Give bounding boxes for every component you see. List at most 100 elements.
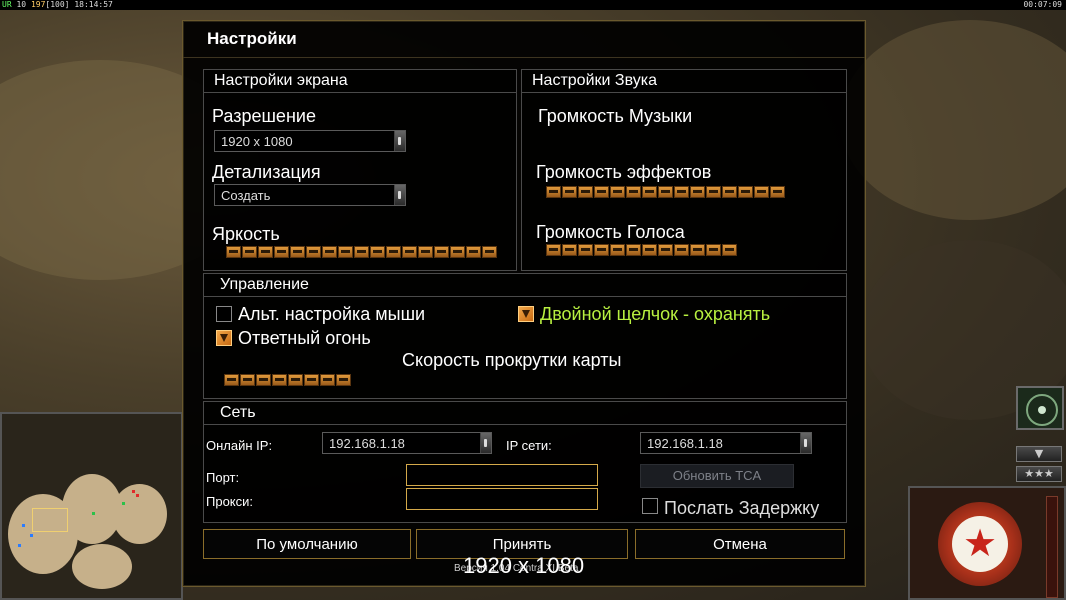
slider-segment[interactable] [546,244,561,256]
slider-segment[interactable] [738,186,753,198]
slider-segment[interactable] [304,374,319,386]
slider-segment[interactable] [258,246,273,258]
slider-segment[interactable] [418,246,433,258]
slider-segment[interactable] [450,246,465,258]
cancel-button[interactable]: Отмена [635,529,845,559]
slider-segment[interactable] [402,246,417,258]
slider-segment[interactable] [578,244,593,256]
display-settings-header: Настройки экрана [204,70,516,93]
hud-num3: [100] [45,0,70,9]
effects-volume-slider[interactable] [546,186,785,200]
slider-segment[interactable] [370,246,385,258]
dropdown-scroll-icon[interactable] [394,131,405,151]
defaults-button[interactable]: По умолчанию [203,529,411,559]
slider-segment[interactable] [722,244,737,256]
dropdown-scroll-icon[interactable] [800,433,811,453]
alt-mouse-label: Альт. настройка мыши [238,304,426,324]
slider-segment[interactable] [722,186,737,198]
slider-segment[interactable] [482,246,497,258]
scroll-speed-slider[interactable] [224,374,351,388]
slider-segment[interactable] [224,374,239,386]
hud-num1: 10 [16,0,27,9]
double-click-checkbox[interactable] [518,306,534,322]
slider-segment[interactable] [562,244,577,256]
slider-segment[interactable] [546,186,561,198]
slider-segment[interactable] [386,246,401,258]
proxy-field[interactable] [406,488,598,510]
slider-segment[interactable] [288,374,303,386]
update-tca-button[interactable]: Обновить TCA [640,464,794,488]
alt-mouse-checkbox[interactable] [216,306,232,322]
lan-ip-value: 192.168.1.18 [647,436,723,451]
display-settings-panel: Настройки экрана Разрешение 1920 x 1080 … [203,69,517,271]
network-panel: Сеть Онлайн IP: 192.168.1.18 IP сети: 19… [203,401,847,523]
terrain-patch [840,20,1066,220]
send-delay-checkbox[interactable] [642,498,658,514]
slider-segment[interactable] [658,186,673,198]
slider-segment[interactable] [610,244,625,256]
voice-volume-label: Громкость Голоса [536,222,685,242]
port-field[interactable] [406,464,598,486]
slider-segment[interactable] [290,246,305,258]
slider-segment[interactable] [320,374,335,386]
music-volume-label: Громкость Музыки [538,106,693,126]
online-ip-label: Онлайн IP: [206,438,273,453]
slider-segment[interactable] [336,374,351,386]
slider-segment[interactable] [690,186,705,198]
slider-segment[interactable] [594,244,609,256]
slider-segment[interactable] [274,246,289,258]
double-click-label: Двойной щелчок - охранять [540,304,771,324]
voice-volume-slider[interactable] [546,244,737,258]
network-header: Сеть [204,402,846,425]
slider-segment[interactable] [642,186,657,198]
slider-segment[interactable] [578,186,593,198]
retaliation-checkbox[interactable] [216,330,232,346]
dialog-title: Настройки [207,29,297,48]
slider-segment[interactable] [626,244,641,256]
slider-segment[interactable] [706,186,721,198]
detail-value: Создать [221,188,271,203]
brightness-slider[interactable] [226,246,497,260]
slider-segment[interactable] [770,186,785,198]
slider-segment[interactable] [642,244,657,256]
slider-segment[interactable] [594,186,609,198]
slider-segment[interactable] [658,244,673,256]
minimap-unit-dot [92,512,95,515]
slider-segment[interactable] [754,186,769,198]
radar-button[interactable] [1016,386,1064,430]
slider-segment[interactable] [626,186,641,198]
slider-segment[interactable] [690,244,705,256]
collapse-button[interactable]: ▼ [1016,446,1062,462]
minimap[interactable] [0,412,183,600]
slider-segment[interactable] [562,186,577,198]
controls-header: Управление [204,274,846,297]
hud-game-timer: 00:07:09 [1023,0,1062,9]
slider-segment[interactable] [322,246,337,258]
slider-segment[interactable] [674,186,689,198]
slider-segment[interactable] [354,246,369,258]
minimap-unit-dot [136,494,139,497]
dropdown-scroll-icon[interactable] [394,185,405,205]
slider-segment[interactable] [338,246,353,258]
slider-segment[interactable] [240,374,255,386]
rank-stars: ★★★ [1024,467,1054,480]
slider-segment[interactable] [466,246,481,258]
detail-dropdown[interactable]: Создать [214,184,406,206]
slider-segment[interactable] [272,374,287,386]
slider-segment[interactable] [706,244,721,256]
slider-segment[interactable] [674,244,689,256]
slider-segment[interactable] [610,186,625,198]
resolution-dropdown[interactable]: 1920 x 1080 [214,130,406,152]
lan-ip-dropdown[interactable]: 192.168.1.18 [640,432,812,454]
sound-settings-header: Настройки Звука [522,70,846,93]
detail-label: Детализация [212,162,321,182]
dropdown-scroll-icon[interactable] [480,433,491,453]
minimap-unit-dot [122,502,125,505]
slider-segment[interactable] [226,246,241,258]
top-hud-bar: UR 10 197[100] 18:14:57 00:07:09 [0,0,1066,10]
slider-segment[interactable] [306,246,321,258]
online-ip-dropdown[interactable]: 192.168.1.18 [322,432,492,454]
slider-segment[interactable] [434,246,449,258]
slider-segment[interactable] [242,246,257,258]
slider-segment[interactable] [256,374,271,386]
